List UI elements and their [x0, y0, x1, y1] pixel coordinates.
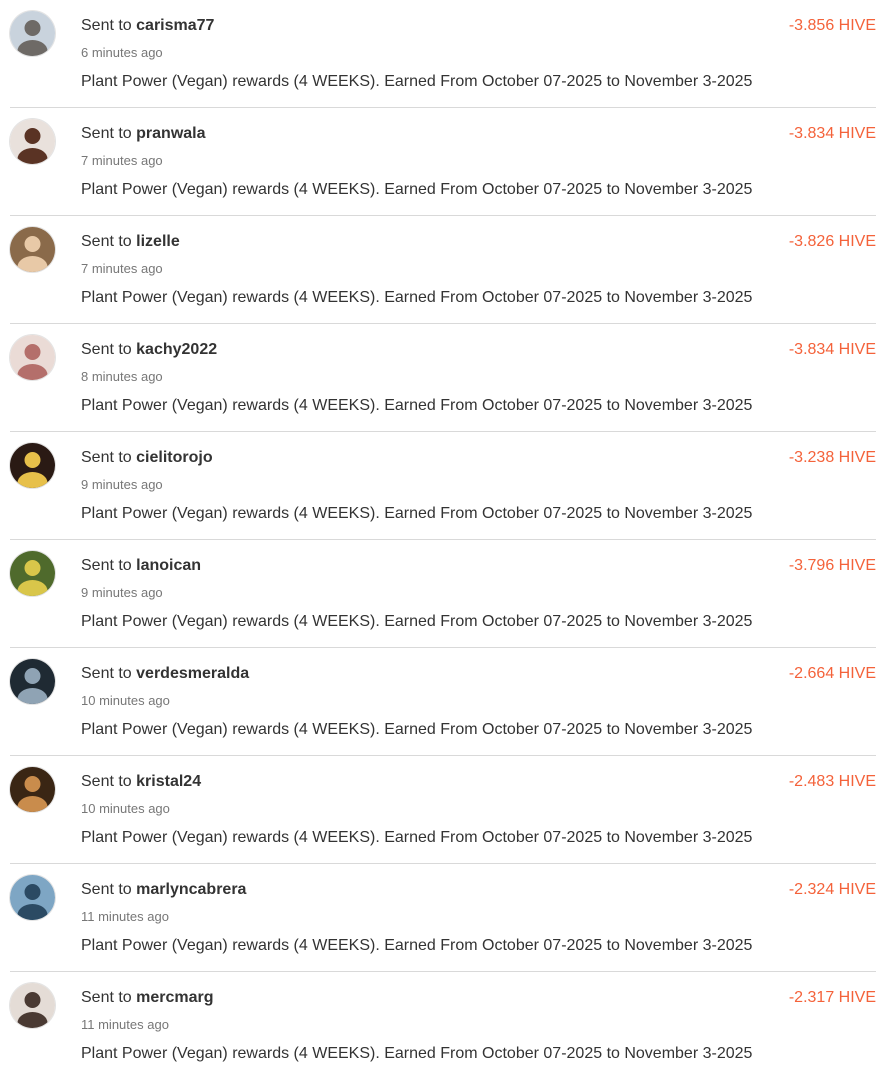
- recipient-username[interactable]: lizelle: [136, 233, 180, 250]
- transfer-title: Sent to lizelle: [81, 232, 180, 252]
- user-avatar-icon: [10, 11, 55, 56]
- transfer-amount: -3.834 HIVE: [788, 341, 876, 358]
- recipient-username[interactable]: cielitorojo: [136, 449, 212, 466]
- transfer-direction-label: Sent to: [81, 233, 132, 250]
- transfer-direction-label: Sent to: [81, 17, 132, 34]
- transfer-row[interactable]: Sent to kachy2022 8 minutes ago Plant Po…: [10, 324, 876, 432]
- transfer-title: Sent to pranwala: [81, 124, 206, 144]
- transfer-title: Sent to marlyncabrera: [81, 880, 246, 900]
- transfer-amount: -3.238 HIVE: [788, 449, 876, 466]
- recipient-username[interactable]: carisma77: [136, 17, 214, 34]
- user-avatar-icon: [10, 335, 55, 380]
- user-avatar-icon: [10, 875, 55, 920]
- transfer-memo: Plant Power (Vegan) rewards (4 WEEKS). E…: [81, 289, 753, 306]
- transfer-memo: Plant Power (Vegan) rewards (4 WEEKS). E…: [81, 721, 753, 738]
- transfer-memo: Plant Power (Vegan) rewards (4 WEEKS). E…: [81, 181, 753, 198]
- transfer-row[interactable]: Sent to mercmarg 11 minutes ago Plant Po…: [10, 972, 876, 1080]
- user-avatar-icon: [10, 551, 55, 596]
- avatar[interactable]: [10, 11, 55, 56]
- transfer-memo: Plant Power (Vegan) rewards (4 WEEKS). E…: [81, 829, 753, 846]
- avatar[interactable]: [10, 659, 55, 704]
- transfer-title: Sent to mercmarg: [81, 988, 214, 1008]
- transfer-amount: -2.317 HIVE: [788, 989, 876, 1006]
- transfer-amount: -3.856 HIVE: [788, 17, 876, 34]
- transfer-timestamp: 11 minutes ago: [81, 909, 169, 924]
- transfer-amount: -3.826 HIVE: [788, 233, 876, 250]
- transfer-amount: -3.834 HIVE: [788, 125, 876, 142]
- transfer-direction-label: Sent to: [81, 341, 132, 358]
- avatar[interactable]: [10, 875, 55, 920]
- transfer-row[interactable]: Sent to marlyncabrera 11 minutes ago Pla…: [10, 864, 876, 972]
- avatar[interactable]: [10, 227, 55, 272]
- transfer-direction-label: Sent to: [81, 881, 132, 898]
- avatar[interactable]: [10, 983, 55, 1028]
- user-avatar-icon: [10, 659, 55, 704]
- transfer-amount: -3.796 HIVE: [788, 557, 876, 574]
- transfer-direction-label: Sent to: [81, 125, 132, 142]
- user-avatar-icon: [10, 119, 55, 164]
- transfer-timestamp: 9 minutes ago: [81, 477, 163, 492]
- transfer-row[interactable]: Sent to kristal24 10 minutes ago Plant P…: [10, 756, 876, 864]
- avatar[interactable]: [10, 119, 55, 164]
- avatar[interactable]: [10, 767, 55, 812]
- user-avatar-icon: [10, 767, 55, 812]
- avatar[interactable]: [10, 551, 55, 596]
- transfer-row[interactable]: Sent to verdesmeralda 10 minutes ago Pla…: [10, 648, 876, 756]
- recipient-username[interactable]: pranwala: [136, 125, 205, 142]
- recipient-username[interactable]: lanoican: [136, 557, 201, 574]
- transfer-memo: Plant Power (Vegan) rewards (4 WEEKS). E…: [81, 1045, 753, 1062]
- transfer-memo: Plant Power (Vegan) rewards (4 WEEKS). E…: [81, 937, 753, 954]
- transfer-timestamp: 11 minutes ago: [81, 1017, 169, 1032]
- transfer-title: Sent to verdesmeralda: [81, 664, 249, 684]
- transfer-row[interactable]: Sent to lizelle 7 minutes ago Plant Powe…: [10, 216, 876, 324]
- recipient-username[interactable]: kristal24: [136, 773, 201, 790]
- transfer-row[interactable]: Sent to cielitorojo 9 minutes ago Plant …: [10, 432, 876, 540]
- transfer-memo: Plant Power (Vegan) rewards (4 WEEKS). E…: [81, 505, 753, 522]
- transfer-timestamp: 7 minutes ago: [81, 261, 163, 276]
- transfer-row[interactable]: Sent to carisma77 6 minutes ago Plant Po…: [10, 0, 876, 108]
- avatar[interactable]: [10, 443, 55, 488]
- transfer-title: Sent to carisma77: [81, 16, 214, 36]
- transfer-row[interactable]: Sent to pranwala 7 minutes ago Plant Pow…: [10, 108, 876, 216]
- transfer-direction-label: Sent to: [81, 989, 132, 1006]
- user-avatar-icon: [10, 443, 55, 488]
- transfer-timestamp: 10 minutes ago: [81, 693, 170, 708]
- avatar[interactable]: [10, 335, 55, 380]
- user-avatar-icon: [10, 227, 55, 272]
- transfer-memo: Plant Power (Vegan) rewards (4 WEEKS). E…: [81, 613, 753, 630]
- transfer-direction-label: Sent to: [81, 773, 132, 790]
- recipient-username[interactable]: kachy2022: [136, 341, 217, 358]
- transfer-title: Sent to lanoican: [81, 556, 201, 576]
- user-avatar-icon: [10, 983, 55, 1028]
- transfer-timestamp: 6 minutes ago: [81, 45, 163, 60]
- transfer-timestamp: 7 minutes ago: [81, 153, 163, 168]
- transfer-timestamp: 10 minutes ago: [81, 801, 170, 816]
- transfer-title: Sent to cielitorojo: [81, 448, 213, 468]
- transfer-amount: -2.664 HIVE: [788, 665, 876, 682]
- transfer-direction-label: Sent to: [81, 557, 132, 574]
- recipient-username[interactable]: mercmarg: [136, 989, 213, 1006]
- transfer-memo: Plant Power (Vegan) rewards (4 WEEKS). E…: [81, 397, 753, 414]
- transfer-title: Sent to kristal24: [81, 772, 201, 792]
- transfer-history-list: Sent to carisma77 6 minutes ago Plant Po…: [0, 0, 886, 1079]
- transfer-memo: Plant Power (Vegan) rewards (4 WEEKS). E…: [81, 73, 753, 90]
- transfer-amount: -2.324 HIVE: [788, 881, 876, 898]
- transfer-title: Sent to kachy2022: [81, 340, 217, 360]
- transfer-row[interactable]: Sent to lanoican 9 minutes ago Plant Pow…: [10, 540, 876, 648]
- transfer-direction-label: Sent to: [81, 665, 132, 682]
- transfer-direction-label: Sent to: [81, 449, 132, 466]
- transfer-amount: -2.483 HIVE: [788, 773, 876, 790]
- recipient-username[interactable]: marlyncabrera: [136, 881, 246, 898]
- transfer-timestamp: 9 minutes ago: [81, 585, 163, 600]
- recipient-username[interactable]: verdesmeralda: [136, 665, 249, 682]
- transfer-timestamp: 8 minutes ago: [81, 369, 163, 384]
